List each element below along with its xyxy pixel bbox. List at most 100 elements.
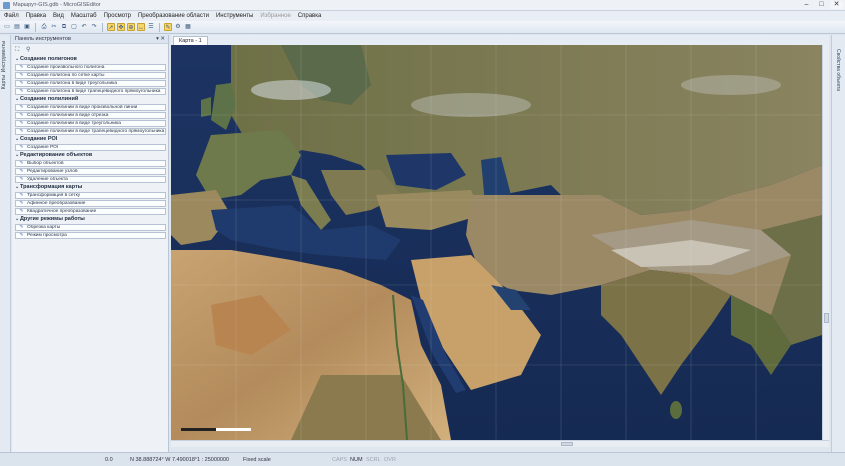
tools-panel: Панель инструментов ▾ ✕ ⛶ ⚲ ⌄ Создание по…	[12, 35, 169, 452]
undo-icon[interactable]: ↶	[80, 23, 88, 31]
left-tab-strip: Инструменты Карты	[0, 35, 11, 452]
maximize-button[interactable]: □	[815, 1, 828, 9]
group-title: Создание полилиний	[20, 96, 79, 102]
group-header[interactable]: ⌄ Создание полилиний	[15, 96, 168, 103]
tool-item[interactable]: ✎ Создание полигона в виде трапецевидного…	[15, 88, 166, 95]
minimize-button[interactable]: –	[800, 1, 813, 9]
tool-item-label: Создание полигона в виде трапецевидного …	[27, 89, 161, 94]
measure-icon[interactable]: ↔	[137, 23, 145, 31]
hscroll-thumb[interactable]	[561, 442, 573, 446]
group-title: Редактирование объектов	[20, 152, 93, 158]
redo-icon[interactable]: ↷	[90, 23, 98, 31]
tab-tools-vertical[interactable]: Инструменты	[1, 41, 10, 72]
panel-toolbar: ⛶ ⚲	[12, 44, 168, 55]
grid-icon[interactable]: ▦	[184, 23, 192, 31]
tool-item[interactable]: ✎ Трансформация в сетку	[15, 192, 166, 199]
highlight-icon[interactable]: ✎	[164, 23, 172, 31]
menu-item-7[interactable]: Избранное	[260, 13, 290, 19]
print-icon[interactable]: ⎙	[40, 23, 48, 31]
tool-icon: ✎	[19, 88, 24, 94]
tab-object-properties[interactable]: Свойства объекта	[835, 49, 841, 91]
tool-item[interactable]: ✎ Создание полигона по сетке карты	[15, 72, 166, 79]
filter-icon[interactable]: ⚲	[26, 46, 34, 54]
tool-icon: ✎	[19, 192, 24, 198]
tool-item[interactable]: ✎ Создание полилинии в виде отрезка	[15, 112, 166, 119]
toolbar-separator	[159, 22, 160, 32]
tool-item[interactable]: ✎ Квадратичное преобразование	[15, 208, 166, 215]
panel-header-buttons[interactable]: ▾ ✕	[156, 36, 165, 42]
menu-item-2[interactable]: Вид	[53, 13, 64, 19]
settings-icon[interactable]: ⚙	[174, 23, 182, 31]
menu-bar: Файл Правка Вид Масштаб Просмотр Преобразован…	[0, 11, 845, 21]
group-header[interactable]: ⌄ Создание POI	[15, 136, 168, 143]
window-title: Маршрут-GIS.gdb - MicroGISEditor	[13, 2, 101, 8]
tab-maps-vertical[interactable]: Карты	[1, 75, 10, 89]
tool-item-label: Создание полигона в виде треугольника	[27, 81, 118, 86]
select-icon[interactable]: ➚	[107, 23, 115, 31]
open-icon[interactable]: ▤	[13, 23, 21, 31]
menu-item-1[interactable]: Правка	[26, 13, 46, 19]
tab-map-1[interactable]: Карта - 1	[173, 36, 208, 45]
vscroll-thumb[interactable]	[824, 313, 829, 323]
tool-item-label: Создание полилинии в виде отрезка	[27, 113, 109, 118]
app-icon	[3, 1, 10, 9]
close-button[interactable]: ✕	[830, 1, 843, 9]
cut-icon[interactable]: ✂	[50, 23, 58, 31]
tool-item-label: Квадратичное преобразование	[27, 209, 97, 214]
tool-icon: ✎	[19, 224, 24, 230]
tool-item-label: Создание произвольного полигона	[27, 65, 105, 70]
tool-icon: ✎	[19, 168, 24, 174]
title-bar: Маршрут-GIS.gdb - MicroGISEditor – □ ✕	[0, 0, 845, 11]
tool-item[interactable]: ✎ Создание произвольного полигона	[15, 64, 166, 71]
map-horizontal-scrollbar[interactable]	[171, 440, 829, 447]
tool-item[interactable]: ✎ Создание POI	[15, 144, 166, 151]
menu-item-0[interactable]: Файл	[4, 13, 19, 19]
tool-item[interactable]: ✎ Афинное преобразование	[15, 200, 166, 207]
group-header[interactable]: ⌄ Трансформация карты	[15, 184, 168, 191]
menu-item-8[interactable]: Справка	[298, 13, 322, 19]
status-mode: Fixed scale	[243, 457, 271, 463]
status-scale: 1 : 25000000	[197, 457, 230, 463]
group-title: Другие режимы работы	[20, 216, 85, 222]
tool-item[interactable]: ✎ Создание полилинии в виде трапецевидног…	[15, 128, 166, 135]
map-view[interactable]	[171, 45, 822, 440]
group-header[interactable]: ⌄ Создание полигонов	[15, 56, 168, 63]
tool-icon: ✎	[19, 208, 24, 214]
save-icon[interactable]: ▣	[23, 23, 31, 31]
tool-icon: ✎	[19, 104, 24, 110]
copy-icon[interactable]: ⧉	[60, 23, 68, 31]
group-header[interactable]: ⌄ Другие режимы работы	[15, 216, 168, 223]
tool-item-label: Режим просмотра	[27, 233, 67, 238]
toolbar-separator	[102, 22, 103, 32]
zoom-icon[interactable]: ⊕	[127, 23, 135, 31]
tool-item-label: Создание полигона по сетке карты	[27, 73, 105, 78]
group-header[interactable]: ⌄ Редактирование объектов	[15, 152, 168, 159]
tool-item[interactable]: ✎ Создание полигона в виде треугольника	[15, 80, 166, 87]
new-icon[interactable]: ▭	[3, 23, 11, 31]
tool-item[interactable]: ✎ Удаление объекта	[15, 176, 166, 183]
tool-item[interactable]: ✎ Режим просмотра	[15, 232, 166, 239]
tool-item-label: Удаление объекта	[27, 177, 68, 182]
tool-item[interactable]: ✎ Обрезка карты	[15, 224, 166, 231]
layers-icon[interactable]: ☰	[147, 23, 155, 31]
tool-item[interactable]: ✎ Создание полилинии в виде треугольника	[15, 120, 166, 127]
tool-item[interactable]: ✎ Редактирование узлов	[15, 168, 166, 175]
status-scrl: SCRL	[366, 457, 381, 463]
paste-icon[interactable]: ▢	[70, 23, 78, 31]
tool-icon: ✎	[19, 64, 24, 70]
menu-item-6[interactable]: Инструменты	[216, 13, 253, 19]
menu-item-4[interactable]: Просмотр	[104, 13, 131, 19]
tree-icon[interactable]: ⛶	[15, 46, 23, 54]
map-vertical-scrollbar[interactable]	[822, 45, 829, 440]
status-bar: 0.0 N 38.888724° W 7.490018° 1 : 2500000…	[0, 452, 845, 466]
satellite-map-image	[171, 45, 822, 440]
menu-item-5[interactable]: Преобразование области	[138, 13, 209, 19]
tool-item[interactable]: ✎ Создание полилинии в виде произвольной …	[15, 104, 166, 111]
status-caps: CAPS	[332, 457, 347, 463]
tool-icon: ✎	[19, 128, 24, 134]
pan-icon[interactable]: ✥	[117, 23, 125, 31]
status-ovr: OVR	[384, 457, 396, 463]
menu-item-3[interactable]: Масштаб	[71, 13, 97, 19]
toolbar-separator	[35, 22, 36, 32]
tool-item[interactable]: ✎ Выбор объектов	[15, 160, 166, 167]
